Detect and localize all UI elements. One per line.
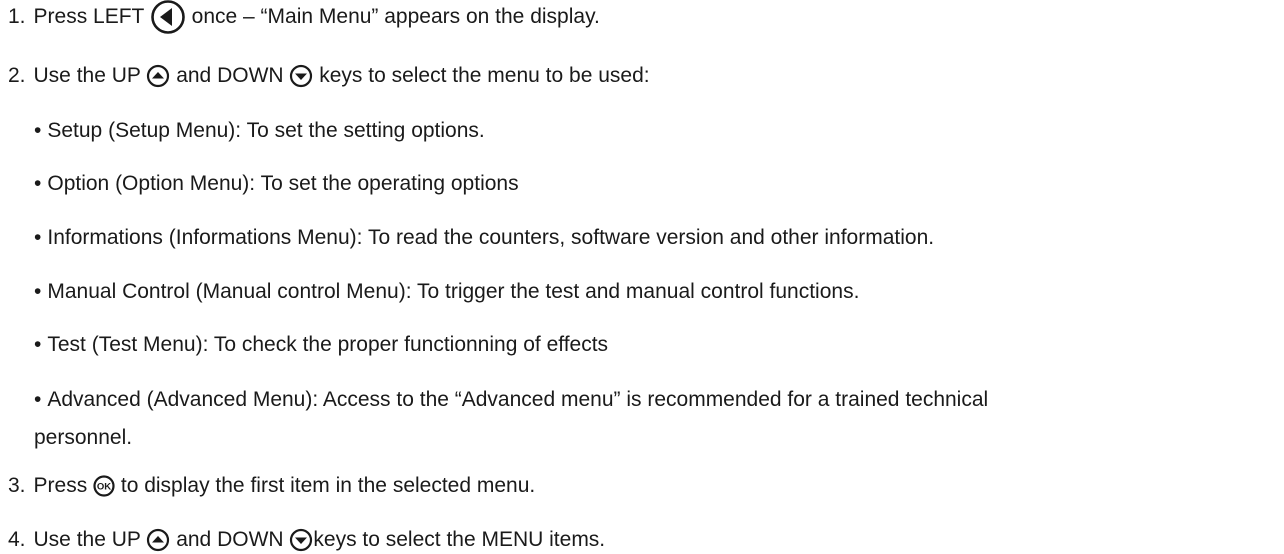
list-item-text: Advanced (Advanced Menu): Access to the … (47, 388, 989, 411)
list-item: • Setup (Setup Menu): To set the setting… (34, 117, 485, 145)
step-3: 3. Press OK to display the first item in… (8, 472, 535, 500)
step-text: keys to select the MENU items. (313, 528, 606, 551)
list-item-text: Manual Control (Manual control Menu): To… (47, 280, 860, 303)
list-item: • Option (Option Menu): To set the opera… (34, 170, 519, 198)
step-number: 1. (8, 5, 26, 28)
step-1: 1. Press LEFT once – “Main Menu” appears… (8, 0, 600, 34)
list-item-continuation: personnel. (34, 424, 132, 452)
step-text: Press (33, 474, 94, 497)
step-text: once – “Main Menu” appears on the displa… (185, 5, 600, 28)
list-item-text: Option (Option Menu): To set the operati… (47, 172, 519, 195)
step-text: Use the UP (33, 64, 147, 87)
list-item-text: Setup (Setup Menu): To set the setting o… (47, 119, 485, 142)
bullet-symbol: • (34, 333, 42, 356)
list-item-text: Test (Test Menu): To check the proper fu… (47, 333, 609, 356)
step-text: Press LEFT (33, 5, 150, 28)
ok-circle-icon: OK (93, 475, 115, 497)
step-number: 4. (8, 528, 26, 551)
up-arrow-circle-icon (146, 528, 170, 552)
step-text: to display the first item in the selecte… (115, 474, 536, 497)
step-number: 3. (8, 474, 26, 497)
bullet-symbol: • (34, 388, 42, 411)
step-text: and DOWN (170, 528, 290, 551)
left-arrow-circle-icon (150, 0, 186, 35)
step-number: 2. (8, 64, 26, 87)
bullet-symbol: • (34, 119, 42, 142)
step-text: keys to select the menu to be used: (313, 64, 650, 87)
list-item: • Advanced (Advanced Menu): Access to th… (34, 386, 988, 414)
list-item-text: Informations (Informations Menu): To rea… (47, 226, 935, 249)
list-item-text: personnel. (34, 426, 133, 449)
down-arrow-circle-icon (289, 64, 313, 88)
bullet-symbol: • (34, 280, 42, 303)
bullet-symbol: • (34, 172, 42, 195)
step-text: and DOWN (170, 64, 290, 87)
step-text: Use the UP (33, 528, 147, 551)
ok-key-label: OK (97, 482, 111, 493)
bullet-symbol: • (34, 226, 42, 249)
list-item: • Test (Test Menu): To check the proper … (34, 331, 608, 359)
list-item: • Informations (Informations Menu): To r… (34, 224, 934, 252)
up-arrow-circle-icon (146, 64, 170, 88)
list-item: • Manual Control (Manual control Menu): … (34, 278, 859, 306)
step-2: 2. Use the UP and DOWN keys to select th… (8, 62, 650, 90)
step-4: 4. Use the UP and DOWN keys to select th… (8, 526, 605, 554)
down-arrow-circle-icon (289, 528, 313, 552)
